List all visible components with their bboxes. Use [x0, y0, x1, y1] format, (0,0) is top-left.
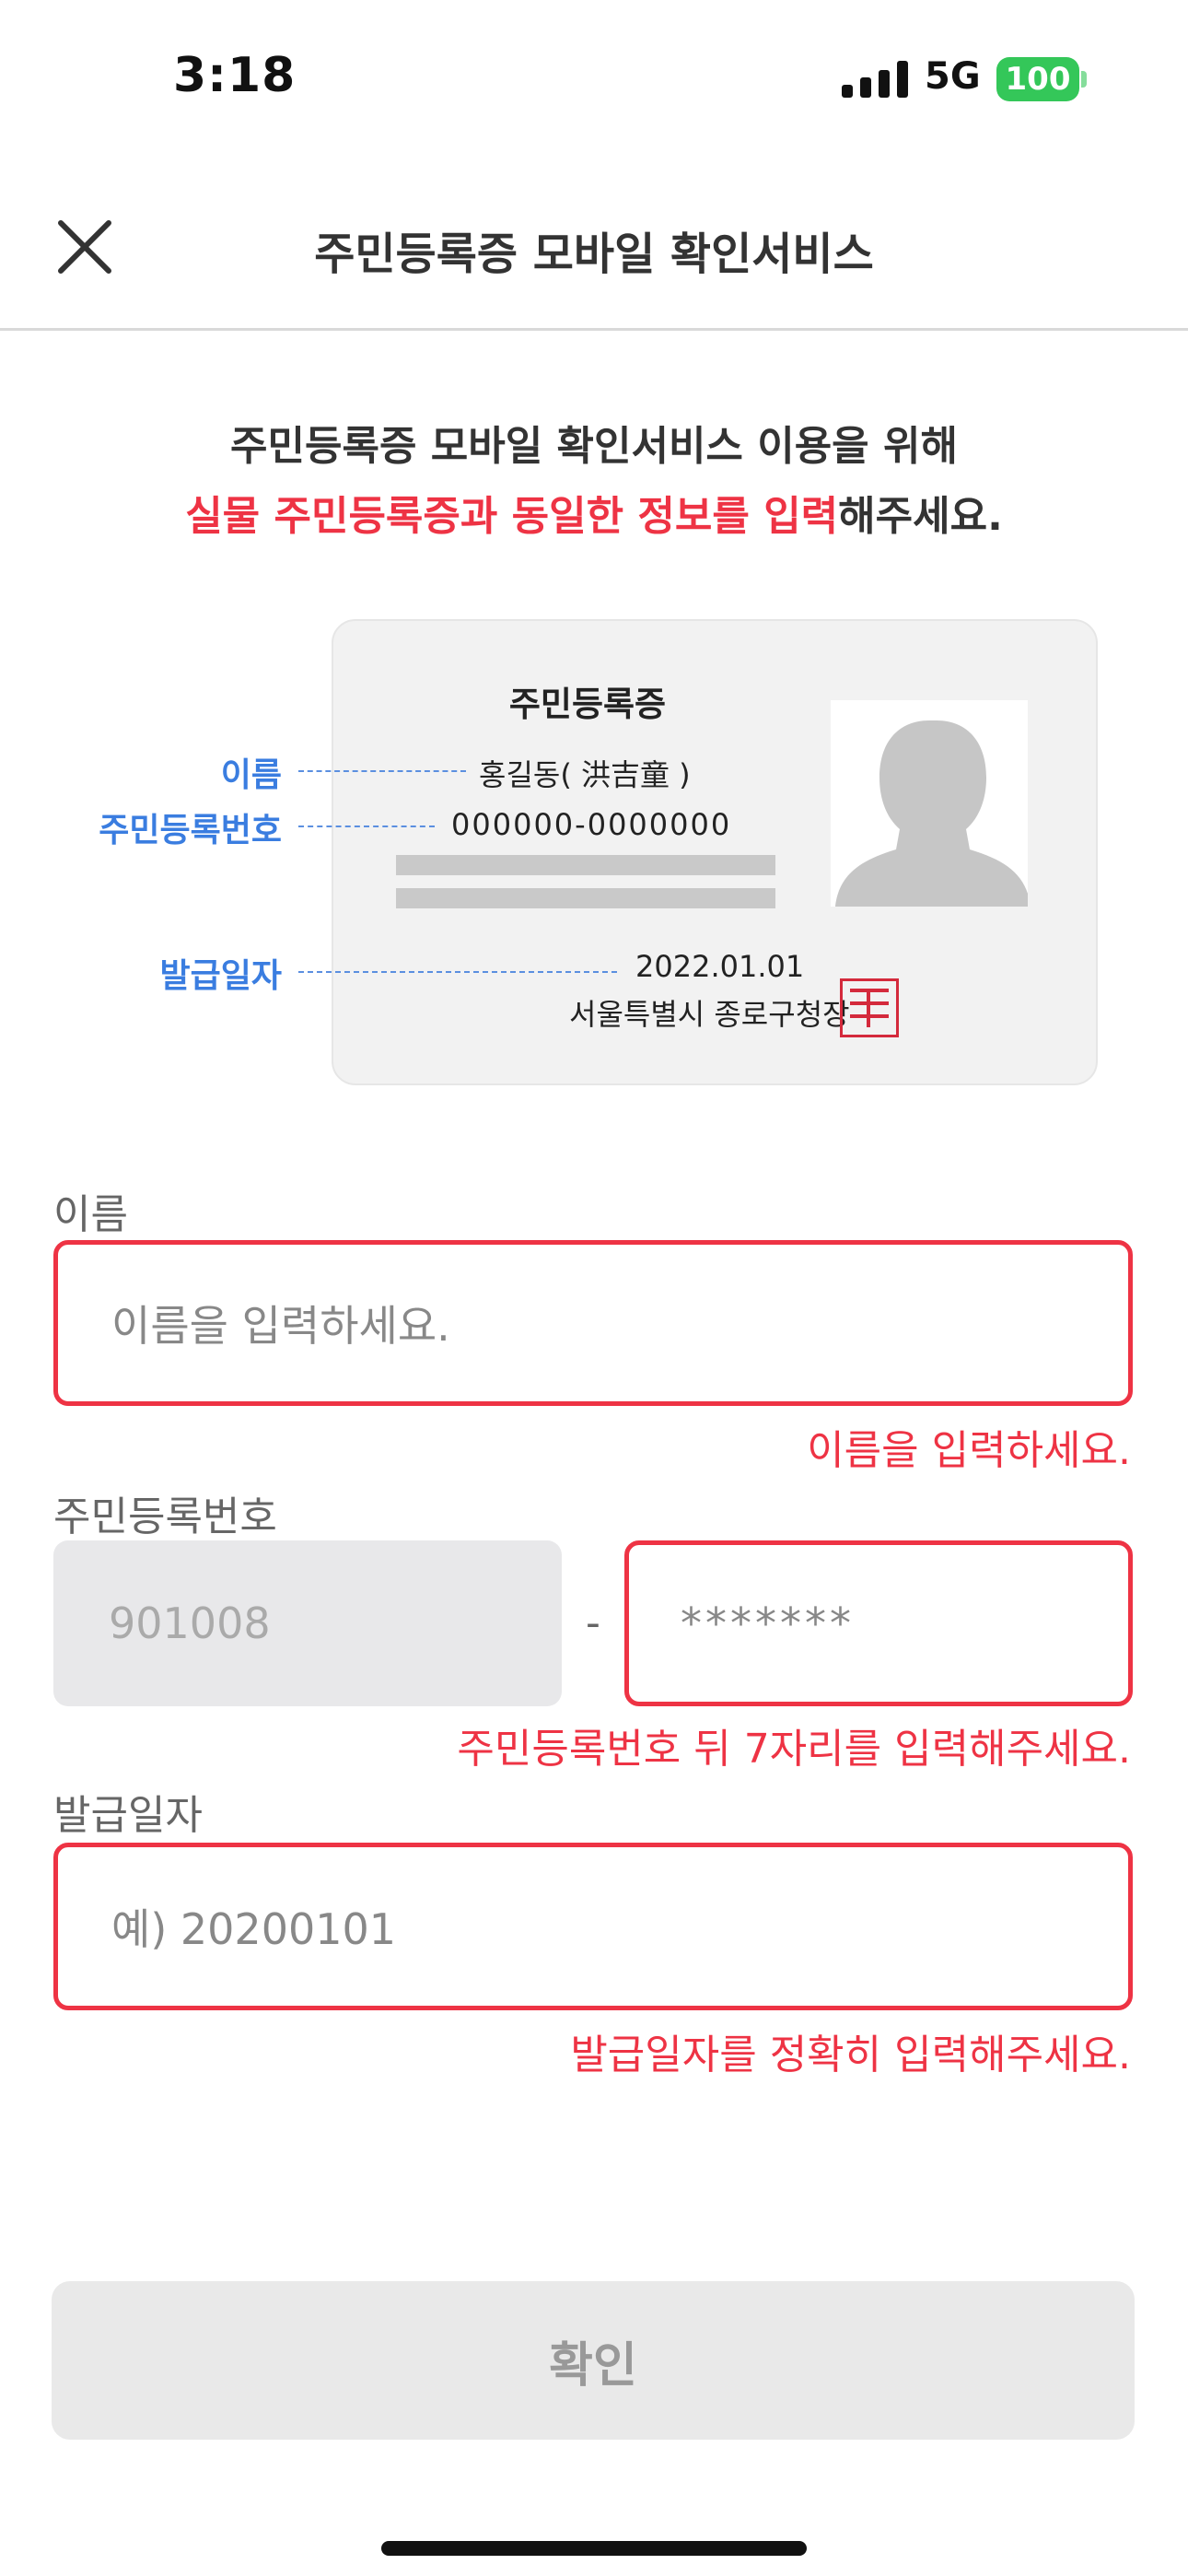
name-label: 이름	[53, 1191, 128, 1238]
battery-icon: 100	[996, 57, 1079, 101]
rrn-back-value: *******	[681, 1598, 855, 1648]
rrn-front-value: 901008	[109, 1598, 271, 1648]
card-title: 주민등록증	[508, 685, 667, 724]
name-input[interactable]: 이름을 입력하세요.	[53, 1240, 1133, 1406]
cellular-signal-icon	[842, 61, 908, 98]
annotation-line	[298, 971, 617, 973]
annotation-name: 이름	[220, 756, 282, 794]
portrait-placeholder-icon	[831, 700, 1028, 907]
issue-date-placeholder: 예) 20200101	[111, 1904, 397, 1954]
battery-tip	[1081, 71, 1087, 88]
official-seal-icon	[840, 978, 899, 1037]
issue-date-label: 발급일자	[53, 1792, 203, 1839]
rrn-front-input[interactable]: 901008	[53, 1540, 562, 1706]
annotation-issue-date: 발급일자	[159, 957, 282, 995]
intro-line-2: 실물 주민등록증과 동일한 정보를 입력해주세요.	[0, 483, 1188, 542]
card-rrn-value: 000000-0000000	[451, 807, 732, 842]
card-issuer: 서울특별시 종로구청장	[569, 997, 850, 1032]
rrn-back-input[interactable]: *******	[624, 1540, 1133, 1706]
name-error: 이름을 입력하세요.	[807, 1427, 1131, 1474]
header-divider	[0, 328, 1188, 331]
issue-date-input[interactable]: 예) 20200101	[53, 1843, 1133, 2010]
home-indicator[interactable]	[381, 2541, 807, 2556]
card-issue-date-value: 2022.01.01	[635, 949, 805, 984]
intro-line-1: 주민등록증 모바일 확인서비스 이용을 위해	[230, 423, 958, 470]
rrn-label: 주민등록번호	[53, 1493, 277, 1540]
card-address-bar	[396, 888, 775, 908]
confirm-button[interactable]: 확인	[52, 2281, 1135, 2440]
annotation-line	[298, 825, 435, 827]
name-placeholder: 이름을 입력하세요.	[111, 1301, 450, 1351]
page-title: 주민등록증 모바일 확인서비스	[314, 228, 874, 280]
rrn-separator: -	[586, 1599, 600, 1646]
card-address-bar	[396, 855, 775, 875]
issue-date-error: 발급일자를 정확히 입력해주세요.	[570, 2032, 1131, 2078]
intro-rest: 해주세요.	[838, 493, 1003, 540]
network-type: 5G	[925, 55, 981, 98]
intro-highlight: 실물 주민등록증과 동일한 정보를 입력	[185, 493, 839, 540]
rrn-error: 주민등록번호 뒤 7자리를 입력해주세요.	[457, 1726, 1131, 1773]
battery-level: 100	[1005, 61, 1071, 98]
annotation-rrn: 주민등록번호	[99, 812, 282, 849]
status-time: 3:18	[173, 48, 297, 103]
annotation-line	[298, 770, 466, 772]
card-name-value: 홍길동( 洪吉童 )	[479, 757, 691, 792]
